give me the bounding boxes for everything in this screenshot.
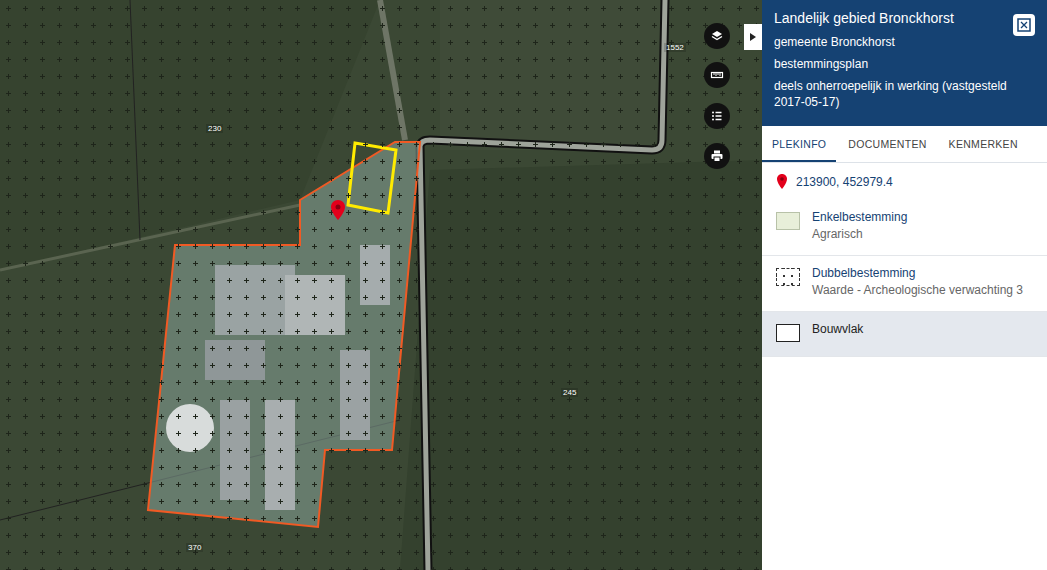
aerial-map[interactable] <box>0 0 762 570</box>
parcel-number: 230 <box>206 124 223 133</box>
coordinates: 213900, 452979.4 <box>796 175 893 189</box>
legend-title: Enkelbestemming <box>812 210 907 224</box>
legend-text: Enkelbestemming Agrarisch <box>812 210 907 241</box>
print-icon <box>710 149 724 163</box>
parcel-number: 1552 <box>664 43 686 52</box>
plan-info-line: bestemmingsplan <box>774 56 1007 72</box>
legend-item[interactable]: Bouwvlak <box>762 312 1047 357</box>
panel-header: Landelijk gebied Bronckhorst gemeente Bro… <box>762 0 1047 126</box>
legend-text: Bouwvlak <box>812 322 863 342</box>
expand-icon <box>1017 18 1031 32</box>
map-pin-icon <box>776 173 788 190</box>
map[interactable]: 230 1552 245 370 <box>0 0 762 570</box>
print-button[interactable] <box>704 143 730 169</box>
layers-icon <box>710 29 724 43</box>
tab[interactable]: KENMERKEN <box>939 126 1028 162</box>
layers-button[interactable] <box>704 23 730 49</box>
legend-subtitle: Agrarisch <box>812 227 907 241</box>
legend-icon <box>710 109 724 123</box>
legend-button[interactable] <box>704 103 730 129</box>
legend-subtitle: Waarde - Archeologische verwachting 3 <box>812 283 1023 297</box>
tab[interactable]: DOCUMENTEN <box>838 126 936 162</box>
arrow-right-icon <box>749 32 757 42</box>
legend-swatch <box>776 324 800 342</box>
legend-item[interactable]: Dubbelbestemming Waarde - Archeologische … <box>762 256 1047 312</box>
tab[interactable]: PLEKINFO <box>762 126 836 162</box>
location-row: 213900, 452979.4 <box>762 163 1047 200</box>
plan-info-line: gemeente Bronckhorst <box>774 34 1007 50</box>
collapse-panel-button[interactable] <box>744 24 762 50</box>
legend-text: Dubbelbestemming Waarde - Archeologische … <box>812 266 1023 297</box>
map-pin-icon <box>330 199 346 221</box>
tab-bar: PLEKINFODOCUMENTENKENMERKEN <box>762 126 1047 163</box>
legend-title: Dubbelbestemming <box>812 266 1023 280</box>
ruler-button[interactable] <box>704 62 730 88</box>
ruler-icon <box>710 68 724 82</box>
parcel-number: 245 <box>561 388 578 397</box>
plan-title: Landelijk gebied Bronckhorst <box>774 10 1007 26</box>
fullscreen-button[interactable] <box>1013 14 1035 36</box>
legend-title: Bouwvlak <box>812 322 863 336</box>
legend-swatch <box>776 268 800 286</box>
legend-item[interactable]: Enkelbestemming Agrarisch <box>762 200 1047 256</box>
legend-swatch <box>776 212 800 230</box>
parcel-number: 370 <box>186 543 203 552</box>
info-panel: Landelijk gebied Bronckhorst gemeente Bro… <box>762 0 1047 570</box>
plan-info-line: deels onherroepelijk in werking (vastges… <box>774 78 1007 110</box>
